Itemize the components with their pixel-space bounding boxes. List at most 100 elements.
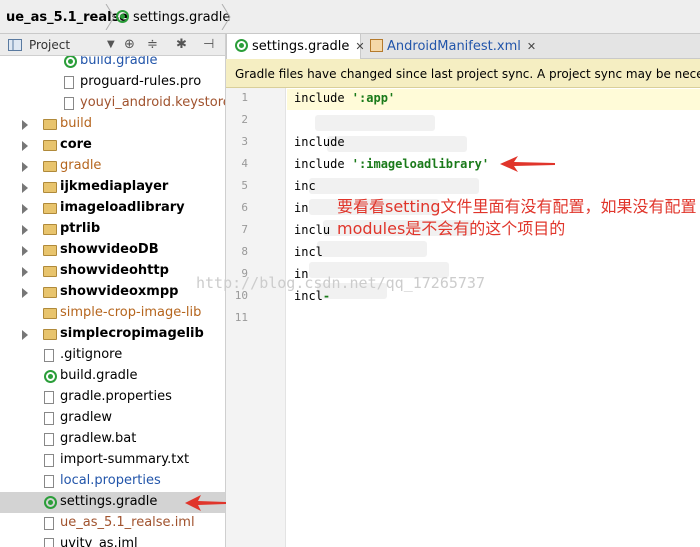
code-line: incl [294,245,323,259]
line-number: 8 [241,245,248,258]
tree-item-label: ijkmediaplayer [60,179,169,194]
tree-item[interactable]: .gitignore [0,345,225,366]
folder-icon [43,119,57,130]
tree-item[interactable]: build.gradle [0,56,225,72]
tree-item[interactable]: showvideoDB [0,240,225,261]
expand-arrow-icon[interactable] [22,246,28,256]
annotation-note: 要看看setting文件里面有没有配置，如果没有配置modules是不会有的这个… [337,197,697,238]
tree-item[interactable]: proguard-rules.pro [0,72,225,93]
folder-icon [43,182,57,193]
expand-arrow-icon[interactable] [22,204,28,214]
tree-item-label: build.gradle [60,368,138,383]
expand-arrow-icon[interactable] [22,183,28,193]
close-icon[interactable]: ✕ [527,40,536,53]
tree-item[interactable]: uvity_as.iml [0,534,225,547]
target-icon[interactable]: ⊕ [124,37,135,52]
expand-arrow-icon[interactable] [22,141,28,151]
file-icon [44,349,54,362]
tree-item-label: .gitignore [60,347,123,362]
chevron-down-icon[interactable]: ▼ [107,39,115,50]
tree-item[interactable]: showvideohttp [0,261,225,282]
redacted-region [315,115,435,131]
expand-arrow-icon[interactable] [22,288,28,298]
file-icon [44,475,54,488]
tree-item-label: showvideoDB [60,242,159,257]
red-arrow-icon [500,156,555,172]
tree-item[interactable]: showvideoxmpp [0,282,225,303]
tab-label: settings.gradle [252,39,350,54]
tree-item[interactable]: ue_as_5.1_realse.iml [0,513,225,534]
editor-tabs: settings.gradle ✕ AndroidManifest.xml ✕ [226,34,700,59]
tree-item-label: youyi_android.keystore [80,95,226,110]
tab-label: AndroidManifest.xml [387,39,521,54]
tree-item-label: simplecropimagelib [60,326,204,341]
tree-item-label: ue_as_5.1_realse.iml [60,515,195,530]
breadcrumb-separator-icon [221,4,231,30]
code-line: include ':imageloadlibrary' [294,157,489,171]
tree-item[interactable]: build [0,114,225,135]
line-number: 3 [241,135,248,148]
breadcrumb-file[interactable]: settings.gradle [116,10,230,25]
tree-item-label: proguard-rules.pro [80,74,202,89]
tree-item[interactable]: simplecropimagelib [0,324,225,345]
line-number: 11 [234,311,248,324]
expand-arrow-icon[interactable] [22,162,28,172]
tree-item[interactable]: local.properties [0,471,225,492]
tree-item-label: import-summary.txt [60,452,190,467]
tree-item[interactable]: simple-crop-image-lib [0,303,225,324]
line-number: 4 [241,157,248,170]
tree-item[interactable]: youyi_android.keystore [0,93,226,114]
xml-file-icon [370,39,383,52]
expand-arrow-icon[interactable] [22,267,28,277]
line-number: 6 [241,201,248,214]
tab-settings-gradle[interactable]: settings.gradle ✕ [226,34,365,59]
line-number: 7 [241,223,248,236]
file-icon [44,517,54,530]
project-tree: build.gradle proguard-rules.pro youyi_andr… [0,56,226,547]
code-line: inclu [294,223,330,237]
tree-item[interactable]: gradlew.bat [0,429,225,450]
tree-item-label: imageloadlibrary [60,200,185,215]
expand-arrow-icon[interactable] [22,330,28,340]
code-line: include [294,135,345,149]
file-icon [64,76,74,89]
code-keyword: include [294,135,345,149]
tree-item-label: build.gradle [80,56,158,68]
collapse-icon[interactable]: ≑ [147,37,158,52]
expand-arrow-icon[interactable] [22,120,28,130]
gradle-file-icon [44,370,57,383]
expand-arrow-icon[interactable] [22,225,28,235]
line-number: 2 [241,113,248,126]
pin-icon[interactable]: ⊣ [203,37,214,52]
folder-icon [43,203,57,214]
tree-item-label: uvity_as.iml [60,536,138,547]
file-icon [44,412,54,425]
code-line: inc [294,179,316,193]
tree-item[interactable]: ijkmediaplayer [0,177,225,198]
tree-item-label: settings.gradle [60,494,158,509]
sync-notification: Gradle files have changed since last pro… [226,59,700,88]
project-panel-title[interactable]: Project [29,38,70,52]
gradle-file-icon [64,56,77,68]
tree-item-label: gradle.properties [60,389,172,404]
tree-item[interactable]: ptrlib [0,219,225,240]
code-editor[interactable]: include ':app' include include ':imageload… [287,88,700,547]
tree-item[interactable]: gradlew [0,408,225,429]
tree-item[interactable]: import-summary.txt [0,450,225,471]
gear-icon[interactable]: ✱ [176,37,187,52]
code-keyword: include [294,157,352,171]
tab-android-manifest[interactable]: AndroidManifest.xml ✕ [362,34,536,59]
tree-item[interactable]: gradle [0,156,225,177]
watermark: http://blog.csdn.net/qq_17265737 [196,274,485,292]
line-number: 1 [241,91,248,104]
tree-item-label: build [60,116,92,131]
tree-item[interactable]: core [0,135,225,156]
folder-icon [43,266,57,277]
tree-item[interactable]: gradle.properties [0,387,225,408]
tree-item[interactable]: imageloadlibrary [0,198,225,219]
redacted-region [317,241,427,257]
tree-item-label: core [60,137,92,152]
breadcrumb-separator-icon [105,4,115,30]
tree-item[interactable]: build.gradle [0,366,225,387]
tree-item-label: showvideohttp [60,263,169,278]
